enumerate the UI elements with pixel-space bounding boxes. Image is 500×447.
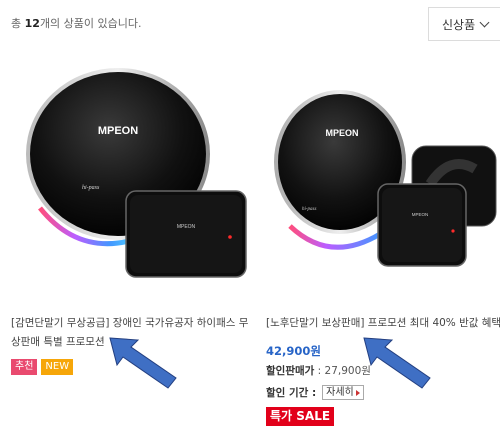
count-number: 12 (24, 17, 40, 30)
detail-button-label: 자세히 (326, 387, 354, 398)
count-suffix: 개의 상품이 있습니다. (39, 17, 142, 30)
brand-text-small: MPEON (412, 212, 429, 217)
product-2-sale-price: 할인판매가 : 27,900원 (266, 363, 371, 378)
annotation-arrow-left (109, 337, 177, 389)
product-2-price: 42,900원 (266, 344, 321, 358)
product-count: 총 12개의 상품이 있습니다. (11, 15, 142, 31)
badge-recommend: 추천 (11, 359, 38, 375)
special-sale-tag: 특가 SALE (266, 407, 335, 426)
brand-text-small: MPEON (177, 224, 196, 230)
sort-dropdown[interactable]: 신상품 (428, 7, 500, 41)
annotation-arrow-right (363, 337, 431, 389)
badge-new: NEW (41, 359, 74, 375)
product-1-badges: 추천 NEW (11, 359, 74, 375)
brand-text: MPEON (325, 128, 358, 138)
sub-label-text: hi-pass (302, 207, 317, 212)
chevron-down-icon (479, 17, 490, 28)
product-1-image[interactable]: MPEON hi-pass MPEON (20, 68, 252, 284)
period-label: 할인 기간 : (266, 387, 317, 399)
product-2-sale-period: 할인 기간 : 자세히 (266, 385, 364, 400)
brand-text: MPEON (98, 125, 138, 137)
sub-label-text: hi-pass (82, 185, 100, 191)
product-2-image[interactable]: MPEON hi-pass MPEON (270, 84, 498, 284)
count-prefix: 총 (11, 17, 22, 30)
sort-selected-label: 신상품 (442, 17, 476, 32)
sale-label: 할인판매가 (266, 365, 315, 377)
